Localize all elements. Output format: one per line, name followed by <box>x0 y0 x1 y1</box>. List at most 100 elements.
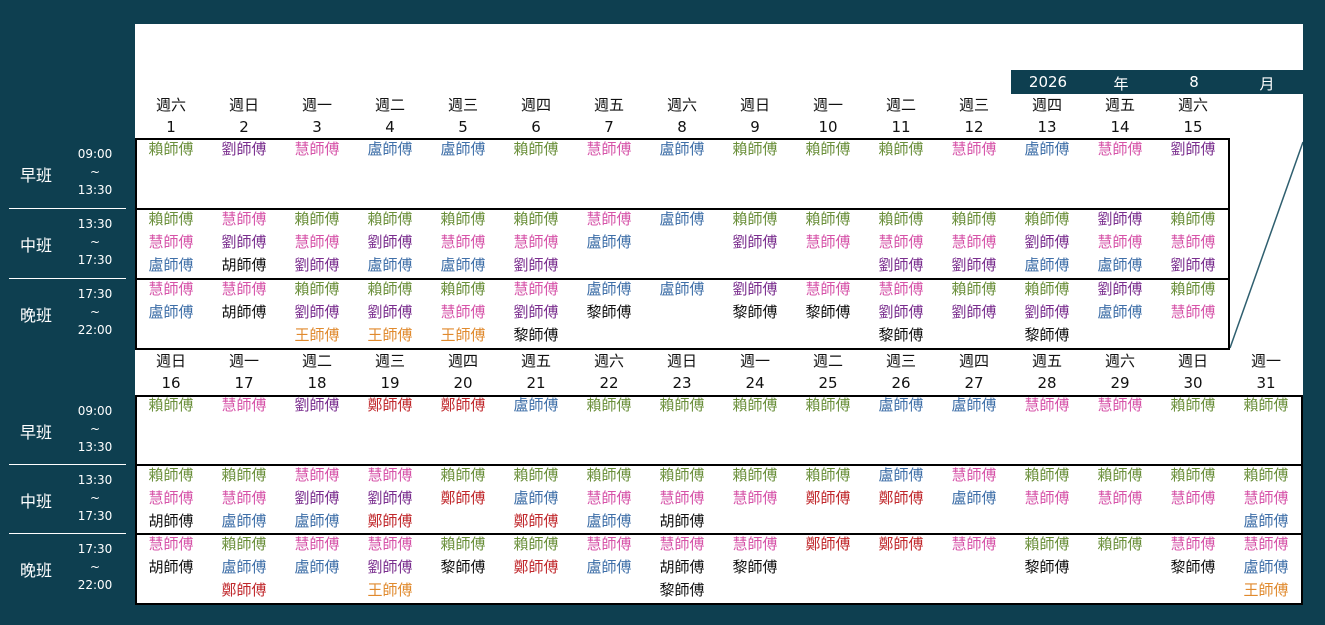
staff-name: 盧師傅 <box>1243 512 1289 530</box>
staff-name: 賴師傅 <box>659 466 705 484</box>
date-label: 19 <box>380 374 400 392</box>
staff-name: 慧師傅 <box>586 489 632 507</box>
day-header: 週六 8 <box>646 94 718 138</box>
shift-time: 17:30 <box>77 253 113 267</box>
staff-name: 鄭師傅 <box>367 512 413 530</box>
weekday-label: 週二 <box>885 96 916 114</box>
staff-name: 賴師傅 <box>1243 466 1289 484</box>
day-header: 週四 20 <box>427 350 499 394</box>
staff-name: 慧師傅 <box>732 535 778 553</box>
staff-name: 慧師傅 <box>1170 303 1216 321</box>
weekday-label: 週二 <box>301 352 332 370</box>
staff-name: 慧師傅 <box>294 140 340 158</box>
staff-name: 胡師傅 <box>659 558 705 576</box>
date-label: 24 <box>745 374 765 392</box>
staff-name: 賴師傅 <box>367 280 413 298</box>
date-label: 22 <box>599 374 619 392</box>
staff-name: 賴師傅 <box>951 280 997 298</box>
staff-name: 慧師傅 <box>878 280 924 298</box>
staff-name: 慧師傅 <box>951 233 997 251</box>
staff-name: 劉師傅 <box>1024 303 1070 321</box>
staff-name: 劉師傅 <box>951 303 997 321</box>
schedule-sheet: 2026 年 8 月 週六 1 週日 2 週一 3 週二 4 週三 5 週四 6 週五 7 週六 8 週日 9 週一… <box>135 24 1303 605</box>
staff-name: 慧師傅 <box>1243 535 1289 553</box>
weekday-label: 週五 <box>1031 352 1062 370</box>
staff-name: 賴師傅 <box>951 210 997 228</box>
staff-name: 賴師傅 <box>878 210 924 228</box>
day-header: 週二 25 <box>792 350 864 394</box>
staff-name: 慧師傅 <box>1097 396 1143 414</box>
staff-name: 胡師傅 <box>221 256 267 274</box>
weekday-label: 週一 <box>301 96 332 114</box>
date-label: 25 <box>818 374 838 392</box>
staff-name: 慧師傅 <box>951 140 997 158</box>
day-header: 週二 18 <box>281 350 353 394</box>
day-header: 週六 22 <box>573 350 645 394</box>
staff-name: 劉師傅 <box>878 256 924 274</box>
staff-name: 賴師傅 <box>1024 535 1070 553</box>
staff-name: 胡師傅 <box>659 512 705 530</box>
staff-name: 盧師傅 <box>513 396 559 414</box>
day-header: 週四 13 <box>1011 94 1083 138</box>
staff-name: 慧師傅 <box>951 535 997 553</box>
weekday-label: 週四 <box>1031 96 1062 114</box>
staff-name: 慧師傅 <box>586 140 632 158</box>
staff-name: 鄭師傅 <box>513 558 559 576</box>
time-separator: ~ <box>89 422 101 436</box>
date-label: 21 <box>526 374 546 392</box>
weekday-label: 週四 <box>447 352 478 370</box>
date-label: 17 <box>234 374 254 392</box>
staff-name: 賴師傅 <box>1170 466 1216 484</box>
staff-name: 劉師傅 <box>294 489 340 507</box>
staff-name: 賴師傅 <box>732 140 778 158</box>
staff-name: 盧師傅 <box>294 558 340 576</box>
staff-name: 慧師傅 <box>1170 535 1216 553</box>
staff-name: 慧師傅 <box>221 396 267 414</box>
day-header: 週一 10 <box>792 94 864 138</box>
staff-name: 劉師傅 <box>513 256 559 274</box>
staff-name: 盧師傅 <box>440 140 486 158</box>
staff-name: 賴師傅 <box>732 466 778 484</box>
date-label: 18 <box>307 374 327 392</box>
staff-name: 劉師傅 <box>732 233 778 251</box>
staff-name: 賴師傅 <box>732 210 778 228</box>
staff-name: 慧師傅 <box>659 535 705 553</box>
date-label: 11 <box>891 118 911 136</box>
time-separator: ~ <box>89 491 101 505</box>
staff-name: 賴師傅 <box>221 535 267 553</box>
staff-name: 賴師傅 <box>732 396 778 414</box>
staff-name: 賴師傅 <box>805 210 851 228</box>
staff-name: 賴師傅 <box>367 210 413 228</box>
staff-name: 慧師傅 <box>148 535 194 553</box>
shift-time: 22:00 <box>77 323 113 337</box>
staff-name: 盧師傅 <box>221 558 267 576</box>
day-header: 週二 11 <box>865 94 937 138</box>
staff-name: 慧師傅 <box>221 489 267 507</box>
staff-name: 賴師傅 <box>1170 396 1216 414</box>
staff-name: 賴師傅 <box>1170 280 1216 298</box>
staff-name: 賴師傅 <box>805 466 851 484</box>
staff-name: 賴師傅 <box>148 396 194 414</box>
staff-name: 慧師傅 <box>1097 233 1143 251</box>
staff-name: 慧師傅 <box>294 233 340 251</box>
shift-divider <box>9 464 126 465</box>
day-header: 週三 5 <box>427 94 499 138</box>
staff-name: 劉師傅 <box>513 303 559 321</box>
weekday-label: 週日 <box>228 96 259 114</box>
staff-name: 劉師傅 <box>951 256 997 274</box>
staff-name: 劉師傅 <box>367 489 413 507</box>
staff-name: 慧師傅 <box>878 233 924 251</box>
day-header: 週六 1 <box>135 94 207 138</box>
weekday-label: 週六 <box>155 96 186 114</box>
staff-name: 慧師傅 <box>1024 489 1070 507</box>
staff-name: 賴師傅 <box>1170 210 1216 228</box>
staff-name: 劉師傅 <box>1097 280 1143 298</box>
time-separator: ~ <box>89 165 101 179</box>
staff-name: 慧師傅 <box>221 210 267 228</box>
staff-name: 慧師傅 <box>805 280 851 298</box>
shift-time: 13:30 <box>77 217 113 231</box>
staff-name: 盧師傅 <box>1243 558 1289 576</box>
month-header-bar: 2026 年 8 月 <box>1011 70 1303 94</box>
staff-name: 慧師傅 <box>805 233 851 251</box>
weekday-label: 週日 <box>739 96 770 114</box>
